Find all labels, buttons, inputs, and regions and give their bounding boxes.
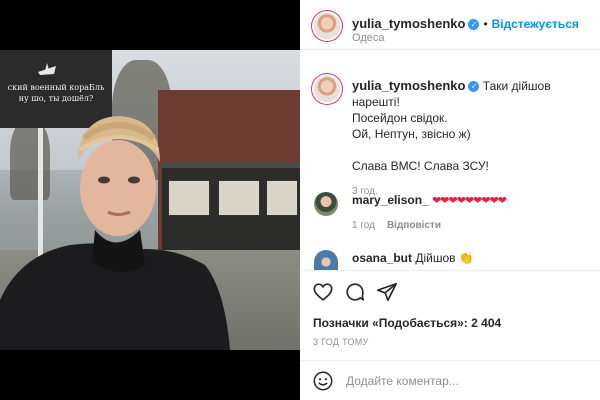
post-side-panel: yulia_tymoshenko ✓ • Відстежується Одеса yu…	[300, 0, 600, 400]
post-time-ago[interactable]: 3 ГОД ТОМУ	[313, 337, 369, 347]
post-header: yulia_tymoshenko ✓ • Відстежується Одеса	[300, 0, 600, 50]
author-username[interactable]: yulia_tymoshenko	[352, 16, 465, 31]
emoji-icon[interactable]	[312, 370, 334, 392]
verified-icon: ✓	[468, 81, 480, 92]
comment-time[interactable]: 1 год	[352, 220, 375, 231]
like-icon[interactable]	[312, 281, 334, 303]
post-caption: yulia_tymoshenko ✓ Таки дійшов нарешті! П…	[352, 78, 588, 200]
commenter-avatar[interactable]	[314, 250, 338, 270]
reply-button[interactable]: Відповісти	[387, 220, 441, 231]
comment-composer	[300, 360, 600, 400]
comment-input[interactable]	[344, 371, 548, 391]
post-location[interactable]: Одеса	[352, 32, 384, 44]
caption-avatar[interactable]	[314, 76, 340, 102]
comment-text: ❤❤❤❤❤❤❤❤❤	[432, 195, 507, 207]
share-icon[interactable]	[376, 281, 398, 303]
comment-username[interactable]: mary_elison_	[352, 193, 429, 207]
following-button[interactable]: Відстежується	[492, 17, 579, 31]
comment-text: Дійшов 👏	[415, 251, 474, 265]
author-avatar[interactable]	[314, 13, 340, 39]
photo-person	[0, 116, 230, 350]
post-media-pane: ский военный кораБль ну шо, ты дошёл?	[0, 0, 300, 400]
caption-username[interactable]: yulia_tymoshenko	[352, 78, 465, 93]
post-actions: Позначки «Подобається»: 2 404 3 ГОД ТОМУ	[300, 270, 600, 360]
verified-icon: ✓	[468, 19, 480, 30]
caption-line: Ой, Нептун, звісно ж)	[352, 127, 471, 141]
comment-item: osana_but Дійшов 👏	[352, 251, 474, 265]
caption-line: Посейдон свідок.	[352, 111, 448, 125]
commenter-avatar[interactable]	[314, 192, 338, 216]
likes-count[interactable]: Позначки «Подобається»: 2 404	[313, 316, 501, 330]
comment-item: mary_elison_ ❤❤❤❤❤❤❤❤❤	[352, 193, 507, 207]
caption-line: Слава ВМС! Слава ЗСУ!	[352, 159, 489, 173]
comment-icon[interactable]	[344, 281, 366, 303]
post-photo[interactable]: ский военный кораБль ну шо, ты дошёл?	[0, 50, 300, 350]
header-title-row: yulia_tymoshenko ✓ • Відстежується	[352, 15, 579, 33]
comment-username[interactable]: osana_but	[352, 251, 412, 265]
caption-line	[352, 142, 588, 158]
separator-dot: •	[483, 17, 488, 31]
comment-meta: 1 год Відповісти	[352, 220, 441, 231]
